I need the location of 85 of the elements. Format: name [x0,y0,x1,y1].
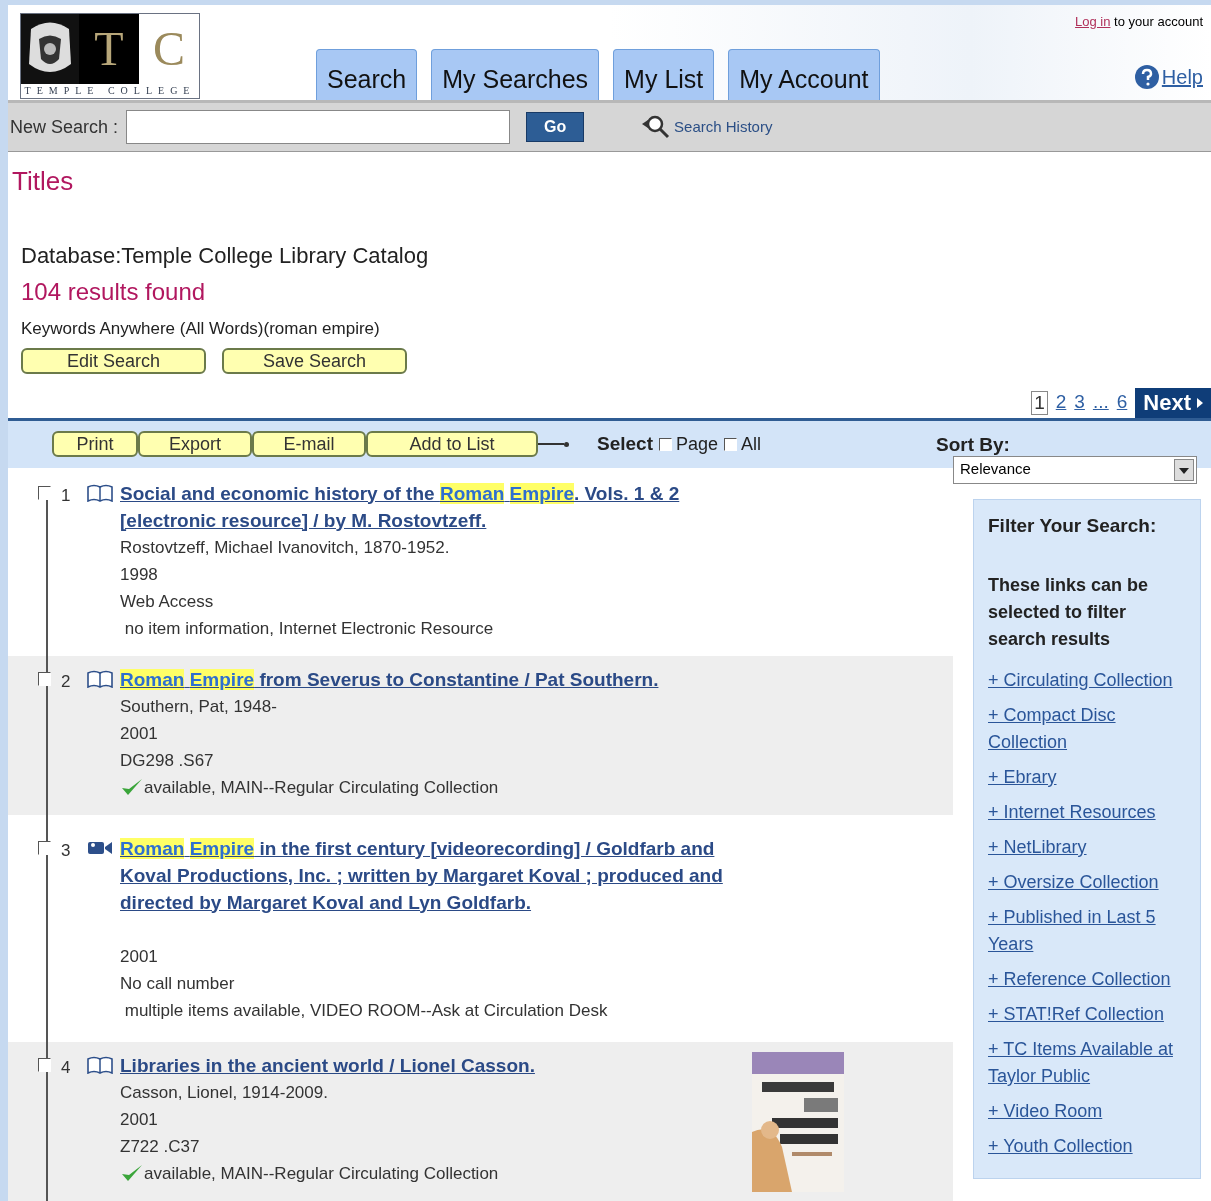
result-status: multiple items available, VIDEO ROOM--Ask at Circulation Desk [123,999,608,1022]
result-number: 3 [61,839,72,862]
filter-link[interactable]: + Published in Last 5 Years [988,904,1194,958]
results-count: 104 results found [21,277,207,307]
page-title: Titles [12,165,75,198]
result-status: available, MAIN--Regular Circulating Collection [144,776,499,799]
select-label: Select [597,431,653,456]
result-status: no item information, Internet Electronic Resource [123,617,494,640]
result-number: 4 [61,1056,72,1079]
go-button[interactable]: Go [526,112,585,142]
search-field[interactable] [126,110,511,144]
filter-link[interactable]: + Reference Collection [988,966,1194,993]
result-detail: Z722 .C37 [120,1135,201,1158]
result-number: 2 [61,670,72,693]
toolbar-button[interactable]: Export [138,431,252,457]
search-label: New Search : [10,115,119,139]
query-button[interactable]: Save Search [222,347,407,374]
result-detail: DG298 .S67 [120,749,215,772]
filter-link[interactable]: + Compact Disc Collection [988,702,1194,756]
filter-link[interactable]: + Youth Collection [988,1133,1194,1160]
tab[interactable]: My Account [728,49,880,100]
filter-link[interactable]: + STAT!Ref Collection [988,1001,1194,1028]
page-link[interactable]: 6 [1116,388,1128,417]
result-detail: Web Access [120,590,215,613]
help-link[interactable]: Help [1161,61,1203,92]
search-history-link[interactable]: Search History [674,115,773,139]
query-button[interactable]: Edit Search [21,347,206,374]
checkbox[interactable] [659,437,672,451]
checkbox[interactable] [724,437,738,451]
checkbox-label: Page [676,432,719,456]
toolbar-button[interactable]: Add to List [366,431,538,457]
page-link[interactable]: 3 [1074,388,1085,417]
result-detail: Casson, Lionel, 1914-2009. [120,1081,329,1104]
result-detail: 2001 [120,722,159,745]
sort-select[interactable]: Relevance [953,455,1197,484]
result-detail: Southern, Pat, 1948- [120,695,278,718]
book-icon [87,669,113,688]
book-icon [87,483,113,502]
search-history-icon [640,115,671,139]
result-title-link[interactable]: Social and economic history of the Roman Empire. Vols. 1 & 2 [electronic resource] / by M. Rostovtzeff. [120,479,748,534]
filter-link[interactable]: + TC Items Available at Taylor Public [988,1036,1194,1090]
tab[interactable]: Search [316,49,418,100]
result-detail: 1998 [120,563,159,586]
result-detail: No call number [120,972,236,995]
filter-intro: These links can be selected to filter search results [988,574,1150,651]
filter-link[interactable]: + Oversize Collection [988,869,1194,896]
result-title-link[interactable]: Roman Empire from Severus to Constantine / Pat Southern. [120,665,748,693]
filter-link[interactable]: + Video Room [988,1098,1194,1125]
result-number: 1 [61,484,72,507]
logo-name: TEMPLE COLLEGE [23,84,197,98]
page-link[interactable]: 2 [1055,388,1067,417]
login-text: to your account [1114,14,1203,29]
filter-link[interactable]: + NetLibrary [988,834,1194,861]
book-icon [87,1055,113,1074]
result-detail: 2001 [120,1108,159,1131]
toolbar-button[interactable]: E-mail [252,431,366,457]
query-text: Keywords Anywhere (All Words)(roman empire) [21,318,381,340]
result-status: available, MAIN--Regular Circulating Collection [144,1162,499,1185]
result-title-link[interactable]: Libraries in the ancient world / Lionel Casson. [120,1051,748,1079]
filter-link[interactable]: + Internet Resources [988,799,1194,826]
tab[interactable]: My List [613,49,715,100]
filter-link[interactable]: + Ebrary [988,764,1194,791]
checkbox-label: All [741,432,762,456]
sort-label: Sort By: [936,432,1010,457]
checkmark-icon [120,777,144,797]
result-title-link[interactable]: Roman Empire in the first century [videorecording] / Goldfarb and Koval Productions, Inc. ; written by Margaret Koval ; produced and directed by Margaret Koval and Lyn Goldfarb. [120,834,748,916]
checkbox[interactable] [38,1057,51,1072]
result-detail: 2001 [120,945,159,968]
login-link[interactable]: Log in [1075,14,1111,29]
next-button[interactable]: Next [1135,387,1211,418]
caret-icon [1197,397,1203,408]
result-detail: Rostovtzeff, Michael Ivanovitch, 1870-1952. [120,536,451,559]
filter-link[interactable]: + Circulating Collection [988,667,1194,694]
database-name: Database:Temple College Library Catalog [21,242,430,270]
logo-letter: T [93,21,125,77]
help-icon [1133,63,1160,90]
toolbar-button[interactable]: Print [52,431,138,457]
checkmark-icon [120,1163,144,1183]
sort-value: Relevance [960,459,1031,480]
page-link[interactable]: 1 [1031,390,1048,415]
page-link[interactable]: ... [1092,388,1109,417]
tab[interactable]: My Searches [431,49,600,100]
filter-title: Filter Your Search: [988,513,1158,538]
logo-letter: C [139,14,199,84]
checkbox[interactable] [38,671,51,686]
